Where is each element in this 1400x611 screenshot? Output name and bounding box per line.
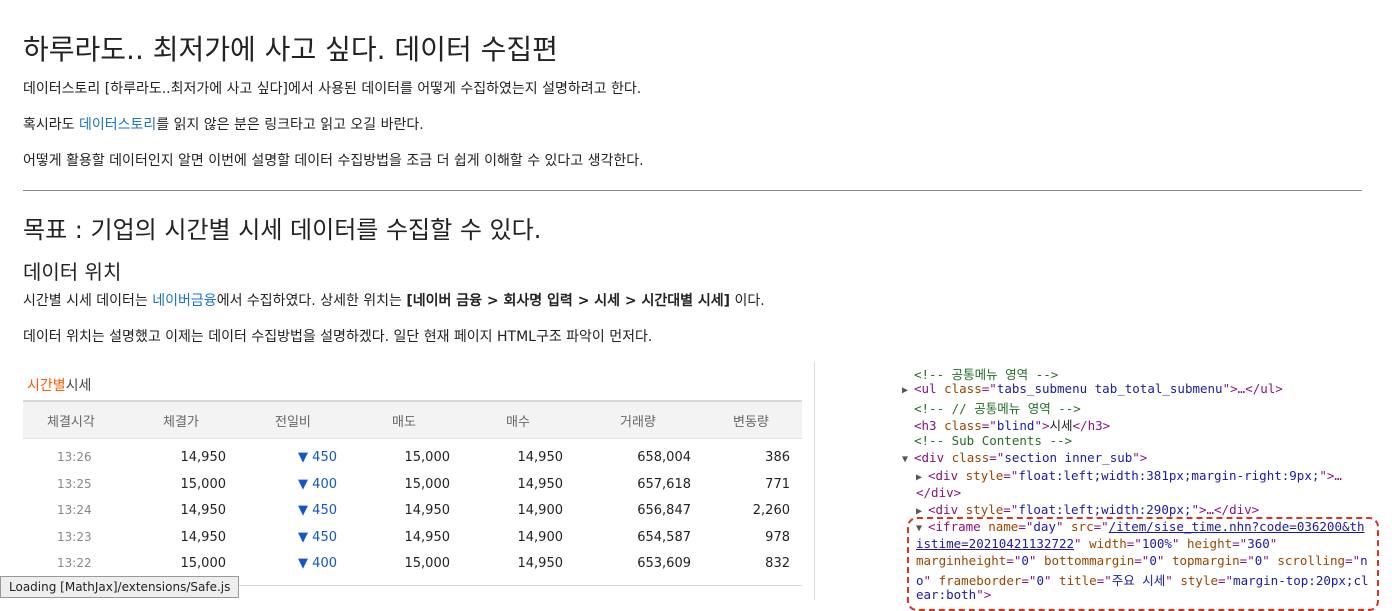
- col-volume: 거래량: [620, 415, 656, 430]
- cell-volume: 656,847: [637, 503, 691, 518]
- cell-bid: 14,900: [517, 529, 564, 545]
- table-row: 13:26 14,950 ▼ 450 15,000 14,950 658,004 386: [23, 444, 802, 470]
- devtools-divider: [814, 362, 815, 600]
- cell-change: 2,260: [752, 503, 790, 518]
- table-row: 13:23 14,950 ▼ 450 14,950 14,900 654,587 978: [23, 524, 802, 550]
- cell-bid: 14,900: [517, 503, 564, 518]
- stock-table-title: 시간별시세: [27, 375, 91, 395]
- iframe-highlight-box: [907, 517, 1379, 611]
- cell-ask: 14,950: [404, 529, 451, 545]
- intro-paragraph: 데이터스토리 [하루라도..최저가에 사고 싶다]에서 사용된 데이터를 어떻게…: [23, 81, 642, 97]
- location-mid: 에서 수집하였다. 상세한 위치는: [216, 293, 407, 309]
- cell-change: 832: [765, 556, 790, 571]
- expand-triangle-icon[interactable]: ▶: [916, 506, 928, 517]
- cell-time: 13:22: [57, 556, 92, 570]
- page-title: 하루라도.. 최저가에 사고 싶다. 데이터 수집편: [23, 33, 558, 66]
- cell-price: 15,000: [180, 556, 227, 571]
- cell-time: 13:23: [57, 529, 92, 544]
- cell-bid: 14,950: [517, 450, 564, 465]
- expand-triangle-icon[interactable]: ▶: [916, 472, 928, 483]
- cell-price: 14,950: [180, 450, 227, 465]
- code-line-5[interactable]: <!-- Sub Contents -->: [914, 433, 1072, 448]
- stock-table-image: 시간별시세 체결시각 체결가 전일비 매도 매수 거래량 변동량 13:26 14…: [23, 362, 803, 600]
- method-paragraph: 데이터 위치는 설명했고 이제는 데이터 수집방법을 설명하겠다. 일단 현재 …: [23, 329, 653, 345]
- col-diff: 전일비: [275, 415, 311, 430]
- cell-volume: 657,618: [637, 476, 691, 492]
- col-ask: 매도: [392, 415, 416, 430]
- code-line-4[interactable]: <h3 class="blind">시세</h3>: [914, 415, 1110, 434]
- col-change: 변동량: [733, 415, 769, 430]
- code-line-6[interactable]: ▼ <div class="section inner_sub">: [902, 450, 1147, 465]
- cell-volume: 658,004: [637, 450, 691, 465]
- table-row: 13:24 14,950 ▼ 450 14,950 14,900 656,847 2,260: [23, 497, 802, 523]
- cell-volume: 653,609: [637, 556, 691, 571]
- location-post: 이다.: [730, 293, 765, 309]
- link-paragraph-post: 를 읽지 않은 분은 링크타고 읽고 오길 바란다.: [156, 117, 424, 133]
- cell-time: 13:26: [57, 450, 92, 464]
- col-bid: 매수: [506, 415, 530, 430]
- cell-time: 13:25: [57, 476, 92, 491]
- location-path: [네이버 금융 > 회사명 입력 > 시세 > 시간대별 시세]: [406, 293, 731, 309]
- cell-price: 15,000: [180, 476, 227, 492]
- table-header: 체결시각 체결가 전일비 매도 매수 거래량 변동량: [23, 400, 802, 439]
- horizontal-rule: [23, 190, 1362, 191]
- code-line-7[interactable]: ▶ <div style="float:left;width:381px;marg…: [916, 468, 1342, 483]
- code-line-9[interactable]: ▶ <div style="float:left;width:290px;">…<…: [916, 502, 1259, 517]
- status-bar: Loading [MathJax]/extensions/Safe.js: [0, 576, 240, 598]
- cell-price: 14,950: [180, 529, 227, 545]
- data-story-link[interactable]: 데이터스토리: [79, 117, 156, 133]
- cell-ask: 15,000: [404, 450, 451, 465]
- cell-bid: 14,950: [517, 556, 564, 571]
- cell-change: 771: [765, 476, 790, 492]
- expand-triangle-icon[interactable]: ▶: [902, 385, 914, 396]
- data-location-heading: 데이터 위치: [23, 260, 122, 284]
- cell-ask: 15,000: [404, 556, 451, 571]
- context-paragraph: 어떻게 활용할 데이터인지 알면 이번에 설명할 데이터 수집방법을 조금 더 …: [23, 153, 644, 169]
- naver-finance-link[interactable]: 네이버금융: [152, 293, 216, 309]
- goal-heading: 목표 : 기업의 시간별 시세 데이터를 수집할 수 있다.: [23, 216, 542, 244]
- location-pre: 시간별 시세 데이터는: [23, 293, 153, 309]
- link-paragraph: 혹시라도 데이터스토리를 읽지 않은 분은 링크타고 읽고 오길 바란다.: [23, 114, 424, 134]
- cell-diff: ▼ 400: [298, 556, 337, 571]
- col-time: 체결시각: [47, 415, 95, 430]
- cell-diff: ▼ 400: [298, 476, 337, 492]
- cell-diff: ▼ 450: [298, 450, 337, 465]
- title-highlight: 시간별: [27, 378, 66, 394]
- code-line-8[interactable]: </div>: [916, 485, 961, 500]
- cell-ask: 14,950: [404, 503, 451, 518]
- cell-change: 386: [765, 450, 790, 465]
- link-paragraph-pre: 혹시라도: [23, 117, 79, 133]
- cell-volume: 654,587: [637, 529, 691, 545]
- col-price: 체결가: [163, 415, 199, 430]
- code-line-2[interactable]: ▶ <ul class="tabs_submenu tab_total_subme…: [902, 381, 1283, 396]
- cell-ask: 15,000: [404, 476, 451, 492]
- location-paragraph: 시간별 시세 데이터는 네이버금융에서 수집하였다. 상세한 위치는 [네이버 …: [23, 290, 765, 310]
- cell-price: 14,950: [180, 503, 227, 518]
- cell-time: 13:24: [57, 503, 92, 517]
- table-row: 13:22 15,000 ▼ 400 15,000 14,950 653,609 832: [23, 550, 802, 576]
- table-row: 13:25 15,000 ▼ 400 15,000 14,950 657,618 771: [23, 471, 802, 497]
- cell-bid: 14,950: [517, 476, 564, 492]
- collapse-triangle-icon[interactable]: ▼: [902, 454, 914, 465]
- cell-diff: ▼ 450: [298, 529, 337, 545]
- cell-change: 978: [765, 529, 790, 545]
- title-rest: 시세: [65, 378, 92, 394]
- cell-diff: ▼ 450: [298, 503, 337, 518]
